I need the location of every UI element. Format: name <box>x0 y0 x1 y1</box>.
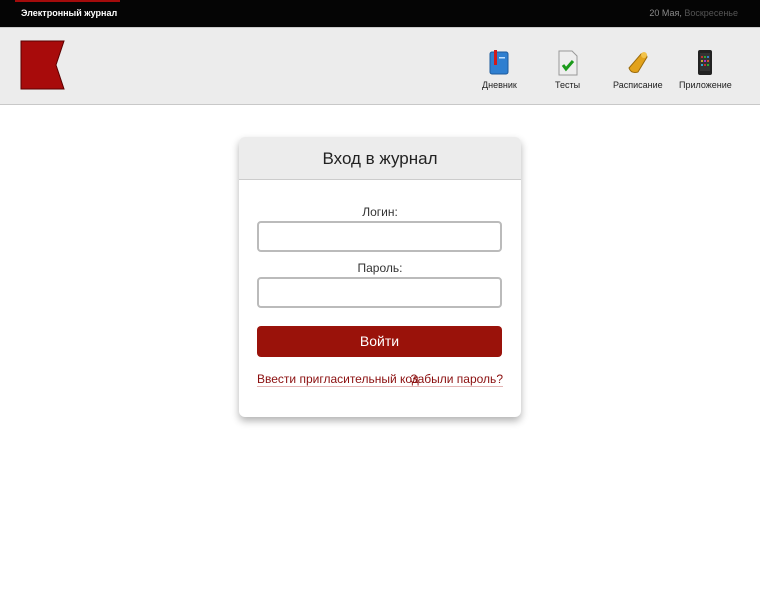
header: Дневник Тесты Расписание Приложение <box>0 27 760 105</box>
login-card: Вход в журнал Логин: Пароль: Войти Ввест… <box>239 137 521 417</box>
nav-label: Расписание <box>613 80 663 90</box>
password-input[interactable] <box>257 277 502 308</box>
nav-app[interactable]: Приложение <box>679 50 732 90</box>
top-bar: Электронный журнал 20 Мая, Воскресенье <box>0 0 760 27</box>
bell-icon <box>628 52 648 73</box>
phone-app-icon <box>698 50 713 75</box>
nav-label: Приложение <box>679 80 732 90</box>
current-date: 20 Мая, Воскресенье <box>649 8 738 18</box>
nav-tests[interactable]: Тесты <box>555 50 580 90</box>
accent-stripe <box>15 0 120 2</box>
login-label: Логин: <box>362 205 398 219</box>
login-title: Вход в журнал <box>239 137 521 180</box>
date-text: 20 Мая, <box>649 8 682 18</box>
nav-diary[interactable]: Дневник <box>482 50 517 90</box>
nav-label: Дневник <box>482 80 517 90</box>
diary-book-icon <box>489 50 509 75</box>
weekday-text: Воскресенье <box>684 8 738 18</box>
test-checkmark-icon <box>558 50 578 76</box>
logo-icon[interactable] <box>20 40 66 95</box>
login-input[interactable] <box>257 221 502 252</box>
nav-schedule[interactable]: Расписание <box>613 50 663 90</box>
nav-label: Тесты <box>555 80 581 90</box>
login-button[interactable]: Войти <box>257 326 502 357</box>
invite-code-link[interactable]: Ввести пригласительный код <box>257 372 419 387</box>
forgot-password-link[interactable]: Забыли пароль? <box>410 372 503 387</box>
password-label: Пароль: <box>357 261 403 275</box>
site-title: Электронный журнал <box>21 8 118 18</box>
